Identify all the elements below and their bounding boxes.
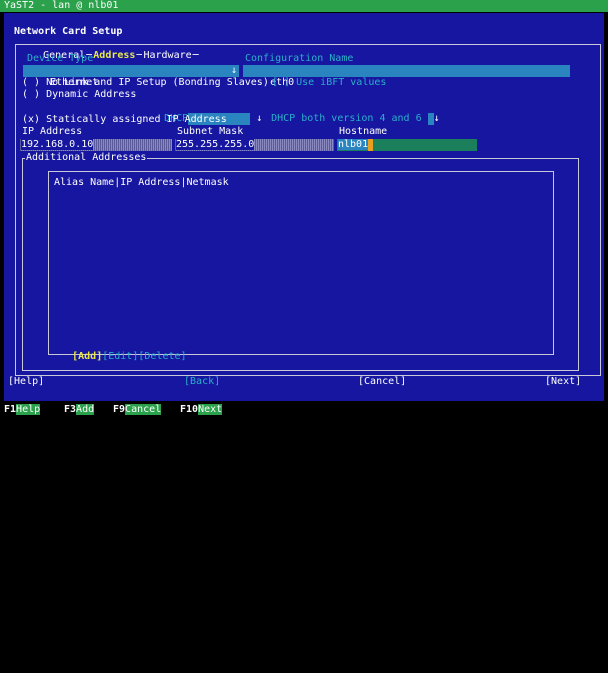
f10-key: F10 bbox=[180, 404, 199, 415]
window-title-bar: YaST2 - lan @ nlb01 bbox=[0, 0, 608, 12]
ip-address-label: IP Address bbox=[22, 126, 83, 137]
column-header-ip[interactable]: IP Address bbox=[120, 177, 180, 188]
dialog-screen: Network Card Setup General─Address─Hardw… bbox=[4, 13, 604, 401]
combo-arrow-down-icon: ↓ bbox=[230, 65, 237, 76]
dialog-title: Network Card Setup bbox=[14, 26, 123, 37]
f10-label: Next bbox=[198, 404, 223, 415]
add-button[interactable]: Add bbox=[78, 351, 96, 362]
cancel-button-label: Cancel bbox=[364, 376, 401, 387]
next-button-label: Next bbox=[551, 376, 576, 387]
f1-label: Help bbox=[16, 404, 41, 415]
back-button-label: Back bbox=[190, 376, 215, 387]
subnet-mask-input[interactable]: 255.255.255.0 bbox=[175, 139, 334, 151]
column-header-alias[interactable]: Alias Name bbox=[54, 177, 114, 188]
function-key-bar: F1Help F3Add F9Cancel F10Next bbox=[0, 402, 608, 419]
f9-label: Cancel bbox=[125, 404, 162, 415]
radio-dynamic-label: Dynamic Address bbox=[46, 89, 137, 100]
back-button[interactable]: [Back] bbox=[184, 376, 220, 388]
subnet-mask-value: 255.255.255.0 bbox=[176, 139, 255, 150]
addresses-table[interactable] bbox=[48, 171, 554, 355]
device-type-label: Device Type bbox=[27, 53, 94, 64]
checkbox-ibft-mark: [ ] bbox=[272, 77, 291, 88]
radio-no-link-label: No Link and IP Setup (Bonding Slaves) bbox=[46, 77, 269, 88]
delete-button[interactable]: Delete bbox=[144, 351, 180, 362]
table-header: Alias Name|IP Address|Netmask bbox=[54, 177, 229, 188]
additional-addresses-legend: Additional Addresses bbox=[25, 152, 148, 163]
radio-static[interactable]: (x) Statically assigned IP Address bbox=[22, 114, 227, 126]
next-button[interactable]: [Next] bbox=[545, 376, 581, 388]
checkbox-ibft[interactable]: [ ] Use iBFT values bbox=[272, 77, 386, 89]
f3-key: F3 bbox=[64, 404, 77, 415]
edit-button[interactable]: Edit bbox=[108, 351, 132, 362]
f3-label: Add bbox=[76, 404, 95, 415]
f9-key: F9 bbox=[113, 404, 126, 415]
hostname-input[interactable]: nlb01 bbox=[337, 139, 477, 151]
text-cursor bbox=[368, 139, 374, 151]
radio-dynamic[interactable]: ( ) Dynamic Address bbox=[22, 89, 136, 101]
f1-key: F1 bbox=[4, 404, 17, 415]
tab-address[interactable]: Address bbox=[92, 50, 137, 61]
dhcp-version-value: DHCP both version 4 and 6 bbox=[271, 113, 422, 124]
column-header-netmask[interactable]: Netmask bbox=[187, 177, 229, 188]
window-title: YaST2 - lan @ nlb01 bbox=[4, 0, 119, 11]
help-button[interactable]: [Help] bbox=[8, 376, 44, 388]
hostname-value: nlb01 bbox=[338, 139, 369, 150]
radio-static-label: Statically assigned IP Address bbox=[46, 114, 227, 125]
config-name-label: Configuration Name bbox=[245, 53, 354, 64]
f1-help-key[interactable]: F1Help bbox=[4, 404, 41, 416]
f9-cancel-key[interactable]: F9Cancel bbox=[113, 404, 162, 416]
ip-address-value: 192.168.0.10 bbox=[21, 139, 94, 150]
checkbox-ibft-label: Use iBFT values bbox=[296, 77, 387, 88]
tab-hardware[interactable]: Hardware bbox=[142, 50, 193, 61]
radio-static-mark: (x) bbox=[22, 114, 41, 125]
f3-add-key[interactable]: F3Add bbox=[64, 404, 95, 416]
ip-address-input[interactable]: 192.168.0.10 bbox=[20, 139, 172, 151]
config-name-combo[interactable]: eth0 bbox=[243, 65, 570, 88]
device-type-combo[interactable]: Ethernet ↓ bbox=[23, 65, 239, 88]
radio-no-link[interactable]: ( ) No Link and IP Setup (Bonding Slaves… bbox=[22, 77, 269, 89]
radio-dynamic-mark: ( ) bbox=[22, 89, 41, 100]
table-buttons: [Add][Edit][Delete] bbox=[72, 351, 187, 362]
help-button-label: Help bbox=[14, 376, 39, 387]
cancel-button[interactable]: [Cancel] bbox=[358, 376, 406, 388]
hostname-label: Hostname bbox=[339, 126, 388, 137]
subnet-mask-label: Subnet Mask bbox=[177, 126, 244, 137]
radio-no-link-mark: ( ) bbox=[22, 77, 41, 88]
f10-next-key[interactable]: F10Next bbox=[180, 404, 223, 416]
